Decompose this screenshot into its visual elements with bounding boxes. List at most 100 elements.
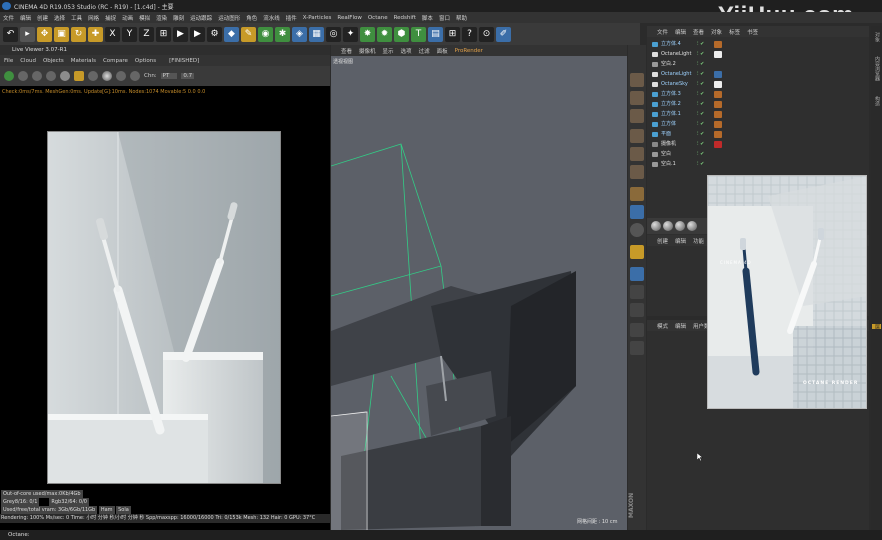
visibility-toggle[interactable]: ⁝ ✔ [697, 71, 713, 78]
visibility-toggle[interactable]: ⁝ ✔ [697, 51, 713, 58]
viewport-solo-icon[interactable] [630, 323, 644, 337]
material-swatch[interactable] [663, 221, 673, 231]
model-mode-icon[interactable] [630, 73, 644, 87]
xp-grid-icon[interactable]: ▤ [428, 26, 443, 42]
menu-window[interactable]: 窗口 [439, 14, 450, 22]
rotate-icon[interactable]: ↻ [71, 26, 86, 42]
grid-plane-icon[interactable] [630, 267, 644, 281]
menu-motion-tracking[interactable]: 运动跟踪 [190, 14, 212, 22]
points-mode-icon[interactable] [630, 129, 644, 143]
visibility-toggle[interactable]: ⁝ ✔ [697, 111, 713, 118]
attr-menu-create[interactable]: 创建 [657, 237, 668, 245]
visibility-toggle[interactable]: ⁝ ✔ [697, 161, 713, 168]
axis-y-button[interactable]: Y [122, 26, 137, 42]
coordinate-system-icon[interactable]: ⊞ [156, 26, 171, 42]
pick-focus-icon[interactable] [116, 71, 126, 81]
menu-help[interactable]: 帮助 [456, 14, 467, 22]
axis-x-button[interactable]: X [105, 26, 120, 42]
menu-octane[interactable]: Octane [368, 15, 388, 21]
transform-icon[interactable]: ✚ [88, 26, 103, 42]
pen-tool-icon[interactable]: ✎ [241, 26, 256, 42]
channel-number[interactable]: 0.7 [181, 73, 195, 79]
undo-icon[interactable]: ↶ [3, 26, 18, 42]
vp-menu-view[interactable]: 查看 [341, 47, 352, 55]
sola-button[interactable]: Sola [116, 506, 131, 514]
menu-script[interactable]: 脚本 [422, 14, 433, 22]
visibility-toggle[interactable]: ⁝ ✔ [697, 141, 713, 148]
axis-z-button[interactable]: Z [139, 26, 154, 42]
material-swatch[interactable] [651, 221, 661, 231]
om-menu-tags[interactable]: 标签 [729, 28, 740, 36]
om-menu-bookmarks[interactable]: 书签 [747, 28, 758, 36]
pick-material-icon[interactable] [130, 71, 140, 81]
lv-menu-compare[interactable]: Compare [103, 58, 128, 64]
xp-emitter-icon[interactable]: ✸ [360, 26, 375, 42]
visibility-toggle[interactable]: ⁝ ✔ [697, 91, 713, 98]
menu-mograph[interactable]: 运动图形 [218, 14, 240, 22]
tab-objects[interactable]: 对象 [872, 32, 881, 42]
lv-menu-options[interactable]: Options [135, 58, 156, 64]
vp-menu-camera[interactable]: 摄像机 [359, 47, 376, 55]
deformer-icon[interactable]: ◈ [292, 26, 307, 42]
xp-group-icon[interactable]: ⊙ [479, 26, 494, 42]
material-tag-icon[interactable] [714, 41, 722, 48]
camera-tool-icon[interactable]: ◎ [326, 26, 341, 42]
attr-menu-function[interactable]: 功能 [693, 237, 704, 245]
send-scene-icon[interactable] [4, 71, 14, 81]
attr-menu-edit[interactable]: 编辑 [675, 237, 686, 245]
lv-menu-cloud[interactable]: Cloud [20, 58, 36, 64]
menu-animate[interactable]: 动画 [122, 14, 133, 22]
menu-render[interactable]: 渲染 [156, 14, 167, 22]
menu-snap[interactable]: 捕捉 [105, 14, 116, 22]
ham-button[interactable]: Ham [98, 506, 115, 514]
vp-menu-prorender[interactable]: ProRender [455, 48, 483, 54]
floor-icon[interactable]: ▦ [309, 26, 324, 42]
visibility-toggle[interactable]: ⁝ ✔ [697, 81, 713, 88]
lv-menu-materials[interactable]: Materials [71, 58, 96, 64]
material-tag-icon[interactable] [714, 121, 722, 128]
menu-tools[interactable]: 工具 [71, 14, 82, 22]
channel-select[interactable]: PT [160, 73, 178, 79]
hierarchy-icon[interactable] [630, 341, 644, 355]
light-tag-icon[interactable] [714, 51, 722, 58]
polygons-mode-icon[interactable] [630, 165, 644, 179]
menu-create[interactable]: 创建 [37, 14, 48, 22]
tab-layers[interactable]: 层 [872, 324, 881, 329]
xp-question-icon[interactable]: ? [462, 26, 477, 42]
region-icon[interactable] [88, 71, 98, 81]
xp-system-icon[interactable]: ✹ [377, 26, 392, 42]
texture-mode-icon[interactable] [630, 91, 644, 105]
menu-select[interactable]: 选择 [54, 14, 65, 22]
render-picture-viewer-icon[interactable]: ▶ [190, 26, 205, 42]
material-tag-icon[interactable] [714, 91, 722, 98]
vp-menu-panel[interactable]: 面板 [437, 47, 448, 55]
lv-menu-file[interactable]: File [4, 58, 13, 64]
sky-tag-icon[interactable] [714, 81, 722, 88]
menu-xparticles[interactable]: X-Particles [303, 15, 332, 21]
xp-text-icon[interactable]: T [411, 26, 426, 42]
scale-icon[interactable]: ▣ [54, 26, 69, 42]
visibility-toggle[interactable]: ⁝ ✔ [697, 131, 713, 138]
subdivision-icon[interactable]: ◉ [258, 26, 273, 42]
menu-redshift[interactable]: Redshift [394, 15, 416, 21]
vp-menu-filter[interactable]: 过滤 [419, 47, 430, 55]
menu-edit[interactable]: 编辑 [20, 14, 31, 22]
material-ball-icon[interactable] [102, 71, 112, 81]
settings-icon[interactable] [60, 71, 70, 81]
vp-menu-display[interactable]: 显示 [383, 47, 394, 55]
tab-content-browser[interactable]: 内容浏览器 [872, 56, 881, 81]
perspective-viewport[interactable] [331, 56, 627, 530]
lock-icon[interactable] [74, 71, 84, 81]
lv-menu-objects[interactable]: Objects [43, 58, 64, 64]
cloner-icon[interactable]: ✱ [275, 26, 290, 42]
light-tool-icon[interactable]: ✦ [343, 26, 358, 42]
tab-structure[interactable]: 构造 [872, 96, 881, 106]
material-tag-icon[interactable] [714, 101, 722, 108]
material-tag-icon[interactable] [714, 111, 722, 118]
workplane-icon[interactable] [630, 109, 644, 123]
lock-workplane-icon[interactable] [630, 245, 644, 259]
xp-modifier-icon[interactable]: ⊞ [445, 26, 460, 42]
soft-select-icon[interactable] [630, 285, 644, 299]
menu-pipeline[interactable]: 流水线 [263, 14, 280, 22]
vp-menu-options[interactable]: 选项 [401, 47, 412, 55]
